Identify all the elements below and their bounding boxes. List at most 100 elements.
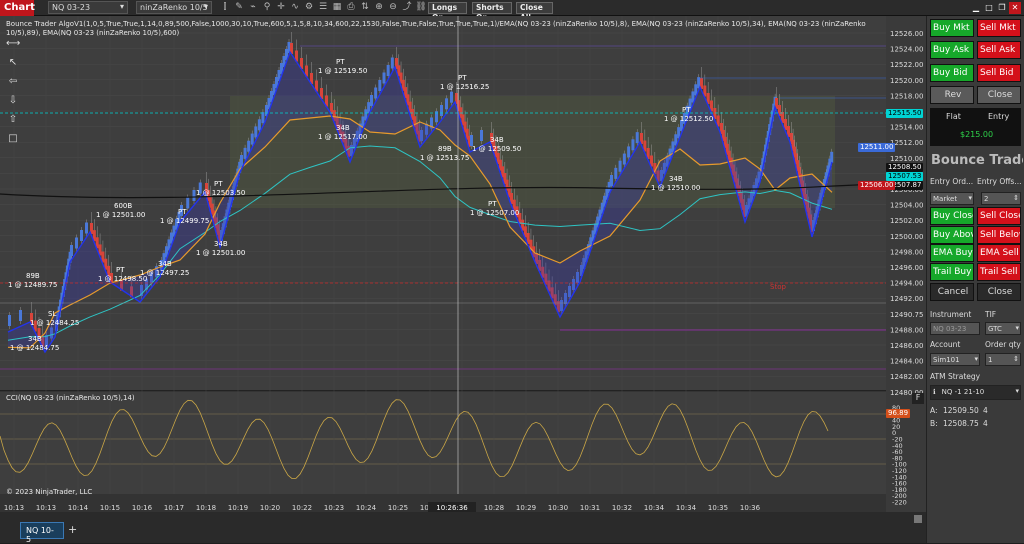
drawing-tool-icon[interactable]: ✎ xyxy=(232,1,246,14)
time-axis-label: 10:15 xyxy=(100,504,120,512)
trail-sell-button[interactable]: Trail Sell xyxy=(977,263,1021,281)
chart-area[interactable]: PT 1 @ 12519.50 PT 1 @ 12516.25 PT 1 @ 12512.… xyxy=(0,16,926,527)
marker-fill: 1 @ 12519.50 xyxy=(318,67,367,75)
down-arrow-icon[interactable]: ⇩ xyxy=(6,95,20,114)
data-box-icon[interactable]: ▦ xyxy=(330,1,344,14)
tif-label: TIF xyxy=(985,310,997,319)
chart-window-label: Chart xyxy=(0,0,35,16)
renko-brick xyxy=(622,153,626,165)
account-select[interactable]: Sim101 ▾ xyxy=(930,353,980,366)
cci-panel-bg xyxy=(0,392,886,492)
time-axis-label: 10:28 xyxy=(484,504,504,512)
indicators-icon[interactable]: ∿ xyxy=(288,1,302,14)
entry-order-value: Market xyxy=(933,195,958,203)
bar-type-selector[interactable]: ninZaRenko 10/5 ▾ xyxy=(136,1,212,14)
buy-ask-button[interactable]: Buy Ask xyxy=(930,41,974,59)
trail-buy-button[interactable]: Trail Buy xyxy=(930,263,974,281)
cancel-button[interactable]: Cancel xyxy=(930,283,974,301)
magnet-icon[interactable]: ⌁ xyxy=(246,1,260,14)
stepper-icon: ⇕ xyxy=(1013,355,1019,363)
close-button[interactable]: Close xyxy=(977,283,1021,301)
buy-bid-button[interactable]: Buy Bid xyxy=(930,64,974,82)
properties-icon[interactable]: ☰ xyxy=(316,1,330,14)
zoom-icon[interactable]: ⚲ xyxy=(260,1,274,14)
sell-below-button[interactable]: Sell Below xyxy=(977,226,1021,244)
marker-fill: 1 @ 12484.25 xyxy=(30,319,79,327)
minimize-icon[interactable]: ▁ xyxy=(970,2,982,14)
price-axis-label: 12498.00 xyxy=(890,248,923,256)
order-qty-label: Order qty xyxy=(985,340,1021,349)
snapshot-icon[interactable]: ⎙ xyxy=(344,1,358,14)
zoom-out-icon[interactable]: ⊖ xyxy=(386,1,400,14)
entry-offset-stepper[interactable]: 2 ⇕ xyxy=(981,192,1021,205)
sell-close-button[interactable]: Sell Close xyxy=(977,207,1021,225)
scrollbar-end[interactable] xyxy=(914,515,922,523)
sell-bid-button[interactable]: Sell Bid xyxy=(977,64,1021,82)
current-price-tag: 12511.00 xyxy=(858,143,896,152)
price-axis-label: 12482.00 xyxy=(890,373,923,381)
price-axis-label: 12500.00 xyxy=(890,233,923,241)
bar-style-icon[interactable]: ⫿ xyxy=(218,1,232,14)
ask-price: 12509.50 xyxy=(943,406,979,415)
crosshair-icon[interactable]: ✛ xyxy=(274,1,288,14)
price-axis-label: 12496.00 xyxy=(890,264,923,272)
chart-trader-icon[interactable]: ⇅ xyxy=(358,1,372,14)
close-position-button[interactable]: Close xyxy=(977,86,1021,104)
link-icon[interactable]: ⛓ xyxy=(414,1,428,14)
atm-strategy-select[interactable]: ℹ NQ -1 21-10 ▾ xyxy=(930,385,1021,400)
panel-fill-button[interactable]: F xyxy=(912,393,924,404)
chevron-down-icon: ▾ xyxy=(203,2,208,11)
order-qty-stepper[interactable]: 1 ⇕ xyxy=(985,353,1021,366)
time-axis-label: 10:34 xyxy=(676,504,697,512)
shorts-on-button[interactable]: Shorts On xyxy=(472,2,512,22)
instrument-selector[interactable]: NQ 03-23 ▾ xyxy=(48,1,128,14)
add-tab-icon[interactable]: + xyxy=(68,523,77,536)
reverse-button[interactable]: Rev xyxy=(930,86,974,104)
chart-tab-nq[interactable]: NQ 10-5 xyxy=(20,522,64,544)
share-icon[interactable]: ⤴ xyxy=(400,1,414,14)
time-axis-label: 10:36 xyxy=(740,504,761,512)
pnl-value: $215.00 xyxy=(960,130,994,139)
renko-brick xyxy=(70,245,73,256)
entry-order-select[interactable]: Market ▾ xyxy=(930,192,974,205)
chevron-down-icon: ▾ xyxy=(1015,324,1019,332)
price-axis-label: 12484.00 xyxy=(890,358,923,366)
renko-brick xyxy=(370,95,373,106)
arrows-icon[interactable]: ⟷ xyxy=(6,38,20,57)
buy-above-button[interactable]: Buy Above xyxy=(930,226,974,244)
stop-label: Stop xyxy=(770,283,786,291)
buy-mkt-button[interactable]: Buy Mkt xyxy=(930,19,974,37)
marker-type: PT xyxy=(214,180,223,188)
ema-buy-button[interactable]: EMA Buy xyxy=(930,244,974,262)
left-arrow-icon[interactable]: ⇦ xyxy=(6,76,20,95)
renko-brick xyxy=(254,126,258,138)
time-axis-label: 10:13 xyxy=(36,504,56,512)
longs-on-button[interactable]: Longs On xyxy=(428,2,467,22)
restore-icon[interactable]: ❐ xyxy=(996,2,1008,14)
buy-close-button[interactable]: Buy Close xyxy=(930,207,974,225)
info-icon: ℹ xyxy=(933,388,936,396)
up-arrow-icon[interactable]: ⇧ xyxy=(6,114,20,133)
price-axis-label: 12522.00 xyxy=(890,61,923,69)
scrollbar-track[interactable] xyxy=(0,512,926,527)
renko-brick xyxy=(378,80,382,91)
maximize-icon[interactable]: □ xyxy=(983,2,995,14)
sell-mkt-button[interactable]: Sell Mkt xyxy=(977,19,1021,37)
zoom-in-icon[interactable]: ⊕ xyxy=(372,1,386,14)
marker-type: PT xyxy=(488,200,497,208)
instrument-field[interactable]: NQ 03-23 xyxy=(930,322,980,335)
tif-select[interactable]: GTC ▾ xyxy=(985,322,1021,335)
pointer-icon[interactable]: ↖ xyxy=(6,57,20,76)
chart-trader-panel: Buy Mkt Sell Mkt Buy Ask Sell Ask Buy Bi… xyxy=(926,16,1024,543)
ema-sell-button[interactable]: EMA Sell xyxy=(977,244,1021,262)
time-axis-label: 10:35 xyxy=(708,504,728,512)
price-chart[interactable]: PT1 @ 12519.50PT1 @ 12516.25PT1 @ 12512.… xyxy=(0,16,926,527)
strategies-icon[interactable]: ⚙ xyxy=(302,1,316,14)
marker-type: PT xyxy=(682,106,691,114)
close-window-icon[interactable]: ✕ xyxy=(1009,2,1021,14)
renko-brick xyxy=(631,139,635,151)
square-icon[interactable]: □ xyxy=(6,133,20,152)
last-price-tag: 12508.50 xyxy=(886,163,924,172)
close-all-button[interactable]: Close All xyxy=(516,2,553,22)
sell-ask-button[interactable]: Sell Ask xyxy=(977,41,1021,59)
